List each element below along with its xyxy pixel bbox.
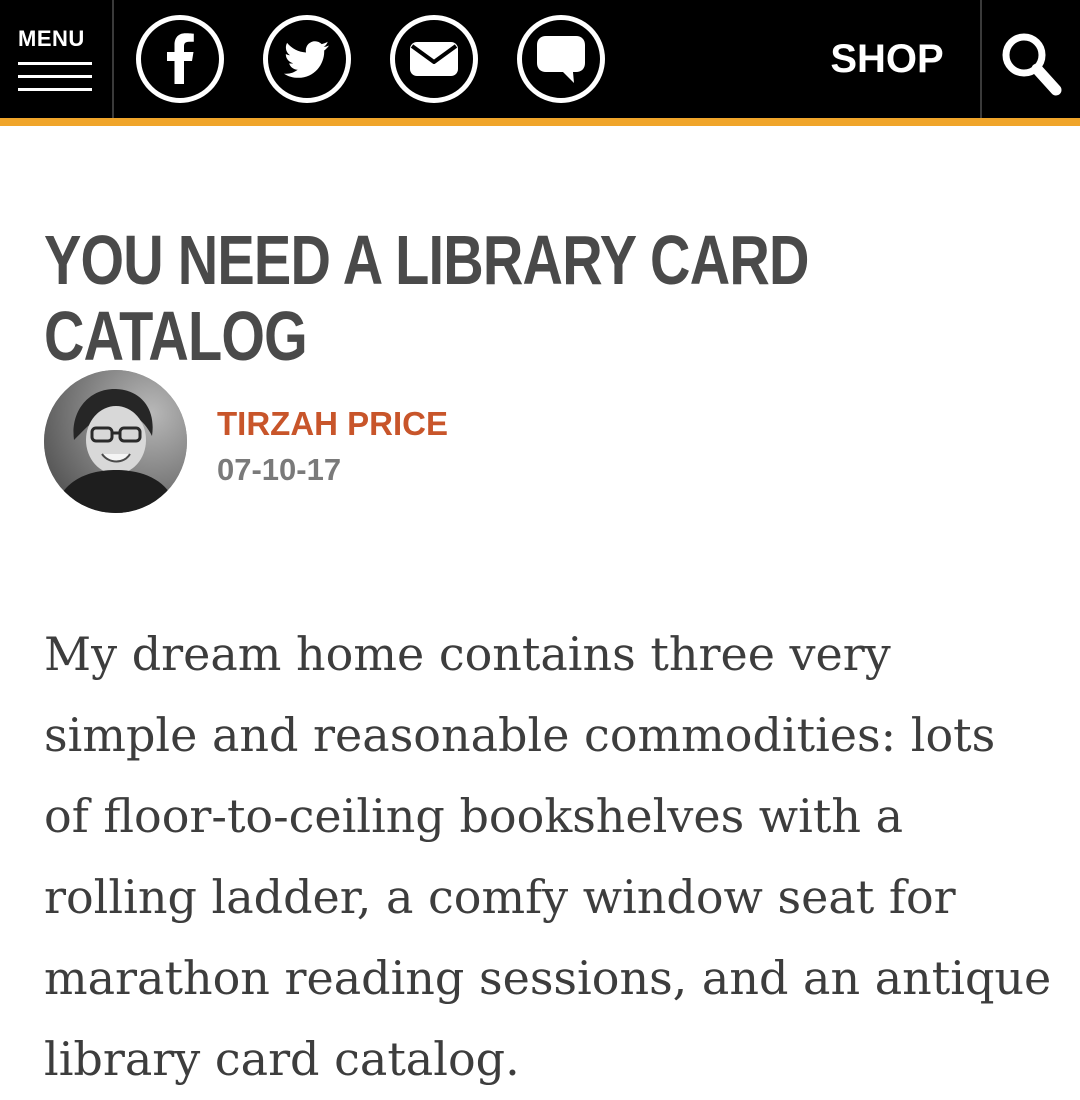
comment-button[interactable] [517, 15, 605, 103]
article-body: My dream home contains three very simple… [44, 627, 1052, 1086]
search-button[interactable] [980, 0, 1080, 118]
article-title: YOU NEED A LIBRARY CARD CATALOG [44, 221, 809, 375]
author-avatar[interactable] [44, 370, 187, 513]
menu-button[interactable]: MENU [0, 0, 114, 118]
comment-icon [537, 36, 585, 83]
twitter-share-button[interactable] [263, 15, 351, 103]
author-name[interactable]: TIRZAH PRICE [217, 402, 448, 446]
search-icon [1002, 33, 1062, 96]
mail-icon [410, 42, 458, 76]
accent-stripe [0, 118, 1080, 126]
twitter-icon [284, 41, 329, 78]
menu-label: MENU [18, 26, 85, 51]
top-nav-bar: MENU SHOP [0, 0, 1080, 118]
email-share-button[interactable] [390, 15, 478, 103]
facebook-icon [167, 33, 194, 84]
post-date: 07-10-17 [217, 452, 342, 487]
facebook-share-button[interactable] [136, 15, 224, 103]
shop-link[interactable]: SHOP [812, 0, 962, 118]
hamburger-icon [18, 62, 92, 101]
